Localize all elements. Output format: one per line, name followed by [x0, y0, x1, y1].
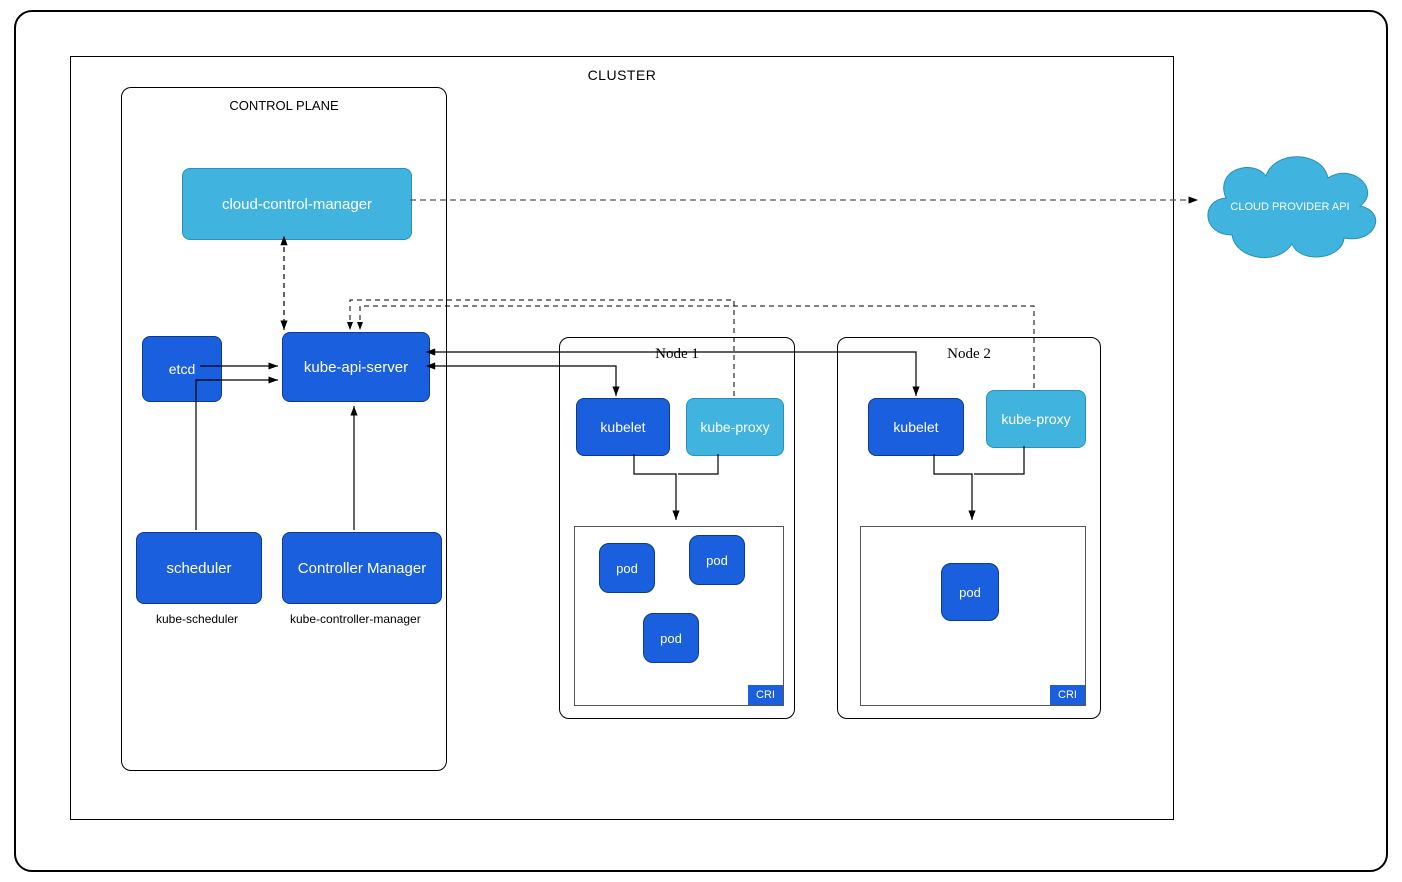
- node1-container: Node 1 kubelet kube-proxy pod pod pod CR…: [559, 337, 795, 719]
- scheduler-sublabel: kube-scheduler: [156, 612, 238, 626]
- control-plane-label: CONTROL PLANE: [229, 98, 338, 113]
- node1-kubelet-box: kubelet: [576, 398, 670, 456]
- kube-api-server-label: kube-api-server: [304, 359, 408, 376]
- node1-pod-3-label: pod: [660, 631, 682, 646]
- node1-pod-1-label: pod: [616, 561, 638, 576]
- node2-kubelet-label: kubelet: [893, 419, 938, 435]
- kube-api-server-box: kube-api-server: [282, 332, 430, 402]
- node1-kube-proxy-box: kube-proxy: [686, 398, 784, 456]
- node2-kube-proxy-label: kube-proxy: [1001, 411, 1070, 427]
- node2-cri-label: CRI: [1050, 685, 1085, 705]
- controller-manager-label: Controller Manager: [298, 560, 426, 577]
- node1-cri-container: pod pod pod CRI: [574, 526, 784, 706]
- scheduler-box: scheduler: [136, 532, 262, 604]
- node2-pod-1-label: pod: [959, 585, 981, 600]
- etcd-box: etcd: [142, 336, 222, 402]
- etcd-label: etcd: [169, 361, 195, 377]
- cloud-control-manager-label: cloud-control-manager: [222, 196, 372, 213]
- node1-kubelet-label: kubelet: [600, 419, 645, 435]
- node2-label: Node 2: [947, 346, 991, 363]
- cloud-provider-api-label: CLOUD PROVIDER API: [1230, 201, 1349, 213]
- node1-pod-2-label: pod: [706, 553, 728, 568]
- cluster-container: CLUSTER CONTROL PLANE cloud-control-mana…: [70, 56, 1174, 820]
- cluster-label: CLUSTER: [588, 67, 657, 83]
- controller-manager-sublabel: kube-controller-manager: [290, 612, 421, 626]
- node1-kube-proxy-label: kube-proxy: [700, 419, 769, 435]
- node1-pod-2: pod: [689, 535, 745, 585]
- node2-kube-proxy-box: kube-proxy: [986, 390, 1086, 448]
- node2-container: Node 2 kubelet kube-proxy pod CRI: [837, 337, 1101, 719]
- cloud-provider-api-icon: CLOUD PROVIDER API: [1192, 140, 1388, 270]
- node1-pod-1: pod: [599, 543, 655, 593]
- svg-text:CLOUD PROVIDER API: CLOUD PROVIDER API: [1230, 201, 1349, 213]
- node1-cri-label: CRI: [748, 685, 783, 705]
- node1-pod-3: pod: [643, 613, 699, 663]
- controller-manager-box: Controller Manager: [282, 532, 442, 604]
- cloud-control-manager-box: cloud-control-manager: [182, 168, 412, 240]
- node1-label: Node 1: [655, 346, 699, 363]
- node2-pod-1: pod: [941, 563, 999, 621]
- scheduler-label: scheduler: [166, 560, 231, 577]
- node2-kubelet-box: kubelet: [868, 398, 964, 456]
- control-plane-container: CONTROL PLANE cloud-control-manager etcd…: [121, 87, 447, 771]
- node2-cri-container: pod CRI: [860, 526, 1086, 706]
